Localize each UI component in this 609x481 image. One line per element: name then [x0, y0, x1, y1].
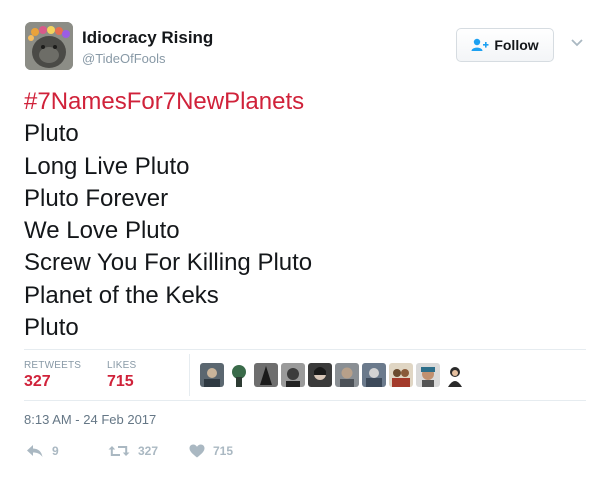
- user-handle[interactable]: @TideOfFools: [82, 51, 166, 66]
- tweet-line: Long Live Pluto: [24, 152, 190, 180]
- tweet-text: #7NamesFor7NewPlanets Pluto Long Live Pl…: [24, 86, 584, 344]
- avatar[interactable]: [25, 22, 73, 70]
- liker-avatar[interactable]: [200, 363, 224, 387]
- liker-avatars: [200, 363, 467, 387]
- liker-avatar[interactable]: [308, 363, 332, 387]
- likes-count[interactable]: 715: [107, 373, 134, 391]
- stats-separator: [189, 354, 190, 396]
- retweet-icon: [108, 446, 130, 456]
- tweet-line: Planet of the Keks: [24, 281, 219, 309]
- retweet-count: 327: [138, 444, 159, 458]
- hashtag-link[interactable]: #7NamesFor7NewPlanets: [24, 86, 584, 118]
- likes-label[interactable]: LIKES: [107, 360, 136, 371]
- retweets-count[interactable]: 327: [24, 373, 51, 391]
- liker-avatar[interactable]: [281, 363, 305, 387]
- liker-avatar[interactable]: [443, 363, 467, 387]
- reply-button[interactable]: 9: [26, 444, 59, 458]
- stats-bottom-divider: [24, 400, 586, 401]
- reply-icon: [27, 445, 43, 457]
- follow-button[interactable]: Follow: [456, 28, 554, 62]
- liker-avatar[interactable]: [227, 363, 251, 387]
- liker-avatar[interactable]: [254, 363, 278, 387]
- liker-avatar[interactable]: [389, 363, 413, 387]
- like-count: 715: [213, 444, 234, 458]
- follow-button-label: Follow: [494, 37, 539, 53]
- chevron-down-icon[interactable]: [570, 38, 584, 48]
- tweet-line: Pluto Forever: [24, 184, 169, 212]
- tweet-line: Pluto: [24, 120, 79, 148]
- retweets-label[interactable]: RETWEETS: [24, 360, 81, 371]
- heart-icon: [189, 444, 205, 458]
- like-button[interactable]: 715: [189, 444, 233, 458]
- display-name[interactable]: Idiocracy Rising: [82, 28, 213, 48]
- tweet-line: Screw You For Killing Pluto: [24, 249, 313, 277]
- tweet-timestamp[interactable]: 8:13 AM - 24 Feb 2017: [24, 412, 156, 427]
- tweet-line: We Love Pluto: [24, 217, 180, 245]
- add-user-icon: [471, 38, 489, 51]
- reply-count: 9: [52, 444, 59, 458]
- tweet-line: Pluto: [24, 314, 79, 342]
- liker-avatar[interactable]: [416, 363, 440, 387]
- stats-top-divider: [24, 349, 586, 350]
- liker-avatar[interactable]: [335, 363, 359, 387]
- liker-avatar[interactable]: [362, 363, 386, 387]
- retweet-button[interactable]: 327: [108, 444, 158, 458]
